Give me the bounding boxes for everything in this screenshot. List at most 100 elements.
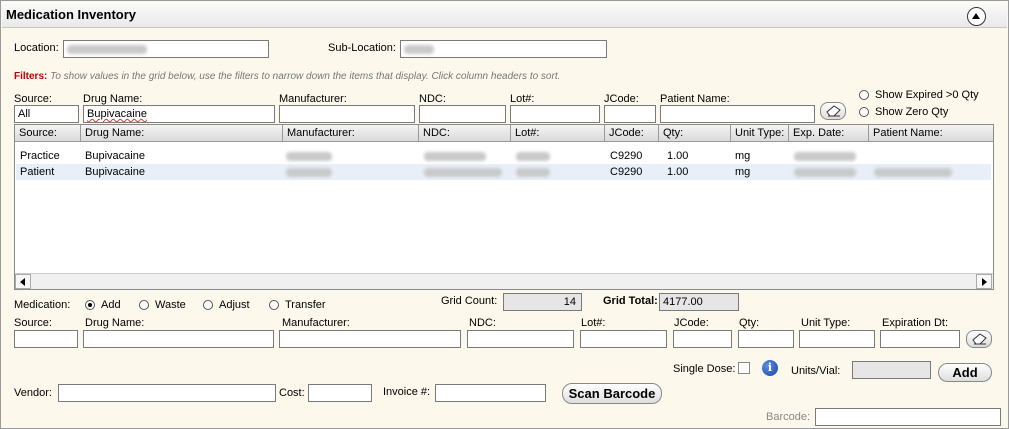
show-zero-radio[interactable] <box>859 107 869 117</box>
filter-lot-input[interactable] <box>510 105 600 123</box>
col-header-lot[interactable]: Lot#: <box>511 125 605 141</box>
filter-jcode-label: JCode: <box>604 93 639 105</box>
show-expired-label: Show Expired >0 Qty <box>875 89 979 101</box>
sub-location-label: Sub-Location: <box>328 42 396 54</box>
entry-exp-input[interactable] <box>880 330 960 348</box>
units-vial-label: Units/Vial: <box>791 365 841 377</box>
filter-source-select[interactable]: All <box>14 105 79 123</box>
entry-lot-label: Lot#: <box>581 317 606 329</box>
medication-add-radio[interactable] <box>85 300 95 310</box>
table-row[interactable]: Patient Bupivacaine C9290 1.00 mg <box>16 164 991 180</box>
filter-ndc-label: NDC: <box>419 93 446 105</box>
invoice-input[interactable] <box>435 384 546 402</box>
col-header-source[interactable]: Source: <box>15 125 81 141</box>
grid-header: Source: Drug Name: Manufacturer: NDC: Lo… <box>15 125 993 142</box>
cell-source: Patient <box>20 166 55 178</box>
filter-manufacturer-input[interactable] <box>279 105 415 123</box>
cell-unit: mg <box>735 166 751 178</box>
scroll-left-icon[interactable] <box>15 274 31 289</box>
barcode-input[interactable] <box>815 408 1001 426</box>
table-row[interactable]: Practice Bupivacaine C9290 1.00 mg <box>16 148 991 164</box>
entry-manufacturer-label: Manufacturer: <box>282 317 350 329</box>
cell-lot <box>516 166 550 178</box>
clear-entry-eraser-icon[interactable] <box>966 330 992 348</box>
cost-input[interactable] <box>308 384 372 402</box>
horizontal-scrollbar[interactable] <box>15 273 993 289</box>
cell-ndc <box>424 150 486 162</box>
entry-qty-input[interactable] <box>738 330 794 348</box>
grid-count-label: Grid Count: <box>441 295 498 307</box>
sub-location-input[interactable] <box>400 40 607 58</box>
scroll-right-icon[interactable] <box>976 274 992 289</box>
entry-ndc-label: NDC: <box>469 317 496 329</box>
medication-adjust-radio[interactable] <box>203 300 213 310</box>
col-header-jcode[interactable]: JCode: <box>605 125 659 141</box>
medication-waste-label: Waste <box>155 299 186 311</box>
entry-drug-input[interactable] <box>83 330 274 348</box>
entry-qty-label: Qty: <box>739 317 760 329</box>
medication-waste-radio[interactable] <box>139 300 149 310</box>
col-header-qty[interactable]: Qty: <box>659 125 731 141</box>
col-header-unit[interactable]: Unit Type: <box>731 125 789 141</box>
cell-manufacturer <box>286 150 332 162</box>
cost-label: Cost: <box>279 387 305 399</box>
entry-manufacturer-input[interactable] <box>279 330 461 348</box>
location-input[interactable] <box>63 40 269 58</box>
collapse-icon[interactable] <box>967 7 986 26</box>
entry-jcode-label: JCode: <box>674 317 709 329</box>
show-expired-radio[interactable] <box>859 90 869 100</box>
filter-manufacturer-label: Manufacturer: <box>279 93 347 105</box>
vendor-input[interactable] <box>58 384 276 402</box>
entry-unit-label: Unit Type: <box>801 317 851 329</box>
filter-ndc-input[interactable] <box>419 105 506 123</box>
entry-unit-input[interactable] <box>799 330 875 348</box>
single-dose-label: Single Dose: <box>673 363 736 375</box>
info-icon[interactable]: i <box>762 360 778 376</box>
medication-transfer-label: Transfer <box>285 299 326 311</box>
col-header-manufacturer[interactable]: Manufacturer: <box>283 125 419 141</box>
filter-drug-label: Drug Name: <box>83 93 143 105</box>
filter-jcode-input[interactable] <box>604 105 656 123</box>
cell-exp <box>794 166 856 178</box>
filters-line: Filters: To show values in the grid belo… <box>14 71 560 82</box>
entry-jcode-input[interactable] <box>673 330 732 348</box>
add-button[interactable]: Add <box>938 363 992 382</box>
location-label: Location: <box>14 42 59 54</box>
clear-filters-eraser-icon[interactable] <box>820 102 846 120</box>
invoice-label: Invoice #: <box>383 386 431 398</box>
entry-source-input[interactable] <box>14 330 78 348</box>
scan-barcode-button[interactable]: Scan Barcode <box>562 383 662 404</box>
col-header-ndc[interactable]: NDC: <box>419 125 511 141</box>
entry-ndc-input[interactable] <box>467 330 574 348</box>
col-header-exp[interactable]: Exp. Date: <box>789 125 869 141</box>
entry-drug-label: Drug Name: <box>85 317 145 329</box>
grid-count-value: 14 <box>503 293 582 311</box>
units-vial-input[interactable] <box>852 361 931 379</box>
barcode-label: Barcode: <box>766 411 811 423</box>
cell-jcode: C9290 <box>610 150 643 162</box>
entry-exp-label: Expiration Dt: <box>882 317 949 329</box>
show-zero-label: Show Zero Qty <box>875 106 949 118</box>
col-header-drug[interactable]: Drug Name: <box>81 125 283 141</box>
cell-source: Practice <box>20 150 60 162</box>
cell-unit: mg <box>735 150 751 162</box>
cell-qty: 1.00 <box>667 150 689 162</box>
filters-hint: To show values in the grid below, use th… <box>50 71 561 82</box>
medication-transfer-radio[interactable] <box>269 300 279 310</box>
inventory-grid: Source: Drug Name: Manufacturer: NDC: Lo… <box>14 124 994 290</box>
cell-drug: Bupivacaine <box>85 150 145 162</box>
medication-label: Medication: <box>14 299 71 311</box>
filter-source-label: Source: <box>14 93 52 105</box>
single-dose-checkbox[interactable] <box>738 362 750 374</box>
medication-adjust-label: Adjust <box>219 299 250 311</box>
vendor-label: Vendor: <box>14 387 52 399</box>
filter-patient-input[interactable] <box>660 105 815 123</box>
entry-lot-input[interactable] <box>580 330 667 348</box>
cell-exp <box>794 150 856 162</box>
filter-patient-label: Patient Name: <box>660 93 730 105</box>
col-header-patient[interactable]: Patient Name: <box>869 125 993 141</box>
filter-drug-input[interactable]: Bupivacaine <box>83 105 275 123</box>
panel-title: Medication Inventory <box>6 7 137 22</box>
filter-lot-label: Lot#: <box>510 93 535 105</box>
cell-drug: Bupivacaine <box>85 166 145 178</box>
